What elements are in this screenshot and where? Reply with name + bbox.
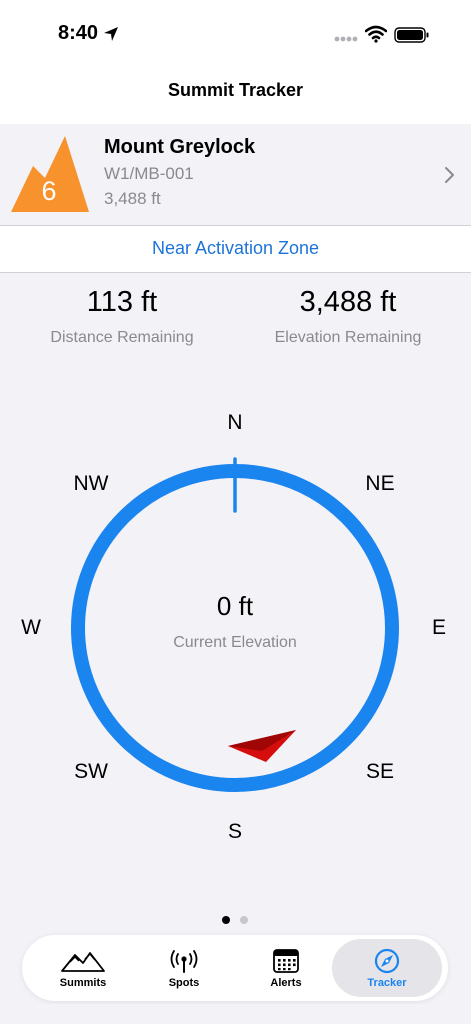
- compass-label-sw: SW: [74, 760, 108, 783]
- antenna-icon: [170, 950, 198, 973]
- compass-label-e: E: [431, 616, 446, 639]
- page-dot-active[interactable]: [222, 916, 230, 924]
- direction-pointer-icon: [228, 730, 296, 762]
- compass-label-n: N: [227, 411, 243, 434]
- page-dot[interactable]: [240, 916, 248, 924]
- compass-ring: [71, 464, 399, 792]
- compass-label-w: W: [21, 616, 41, 639]
- tab-summits-label: Summits: [59, 977, 107, 989]
- current-elevation-value: 0 ft: [216, 591, 254, 621]
- tab-bar: Summits Spots Alerts Tracker: [22, 935, 448, 1001]
- tab-alerts-label: Alerts: [270, 977, 302, 989]
- compass-label-s: S: [227, 820, 242, 843]
- home-indicator-area: [0, 1004, 471, 1024]
- tab-spots-label: Spots: [168, 977, 200, 989]
- tab-spots[interactable]: Spots: [129, 939, 239, 997]
- tab-tracker-label: Tracker: [367, 977, 407, 989]
- tab-tracker[interactable]: Tracker: [332, 939, 442, 997]
- compass-icon: [374, 948, 400, 974]
- tab-alerts[interactable]: Alerts: [231, 939, 341, 997]
- calendar-icon: [273, 949, 299, 973]
- tab-summits[interactable]: Summits: [28, 939, 138, 997]
- compass-label-ne: NE: [365, 472, 395, 495]
- compass-label-se: SE: [365, 760, 394, 783]
- compass-label-nw: NW: [73, 472, 109, 495]
- current-elevation-label: Current Elevation: [173, 634, 297, 651]
- mountains-icon: [61, 952, 105, 972]
